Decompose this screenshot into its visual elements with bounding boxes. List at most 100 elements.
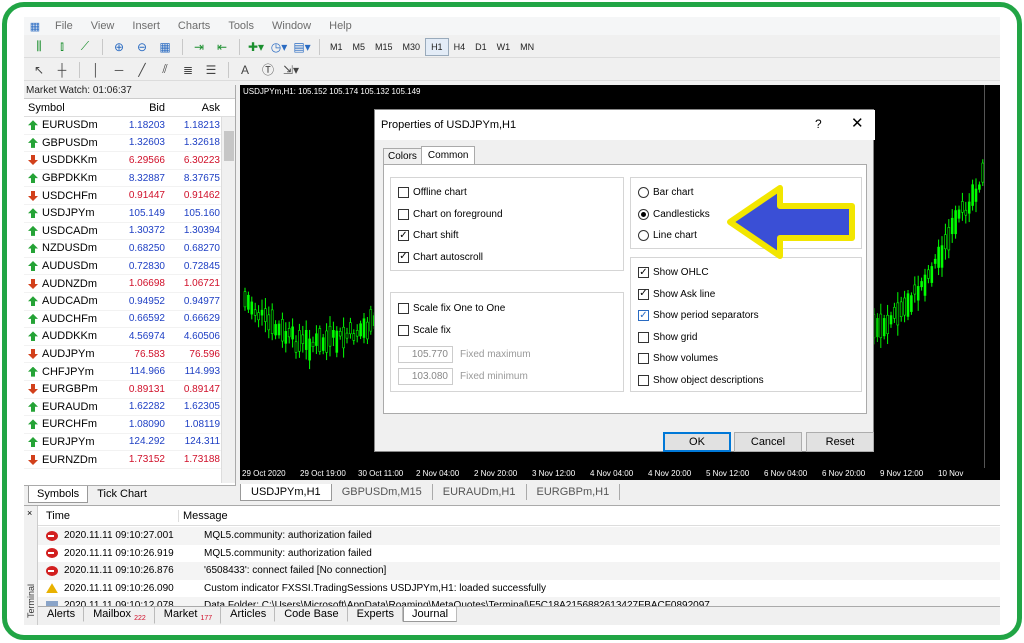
- tab-mailbox[interactable]: Mailbox 222: [84, 607, 155, 625]
- checkbox-show-period-separators[interactable]: ✓ Show period separators: [638, 310, 759, 321]
- market-watch-row[interactable]: CHFJPYm 114.966 114.993: [24, 363, 235, 381]
- zoom-in-icon[interactable]: ⊕: [108, 37, 130, 57]
- market-watch-row[interactable]: EURUSDm 1.18203 1.18213: [24, 117, 235, 135]
- timeframe-w1[interactable]: W1: [492, 38, 516, 56]
- close-icon[interactable]: ✕: [851, 114, 864, 132]
- price-scale[interactable]: [984, 85, 1000, 480]
- symbol-column-header[interactable]: Symbol: [24, 102, 110, 114]
- checkbox[interactable]: ✓: [638, 288, 649, 300]
- horizontal-line-icon[interactable]: ─: [108, 60, 130, 80]
- ok-button[interactable]: OK: [663, 432, 731, 452]
- zoom-out-icon[interactable]: ⊖: [131, 37, 153, 57]
- checkbox[interactable]: [638, 331, 649, 343]
- market-watch-row[interactable]: GBPUSDm 1.32603 1.32618: [24, 135, 235, 153]
- indicators-icon[interactable]: ✚▾: [245, 37, 267, 57]
- fibonacci-icon[interactable]: ≣: [177, 60, 199, 80]
- menu-file[interactable]: File: [46, 20, 82, 32]
- crosshair-icon[interactable]: ┼: [51, 60, 73, 80]
- templates-icon[interactable]: ▤▾: [291, 37, 313, 57]
- tab-symbols[interactable]: Symbols: [28, 486, 89, 503]
- checkbox[interactable]: ✓: [398, 251, 409, 263]
- market-watch-row[interactable]: AUDJPYm 76.583 76.596: [24, 346, 235, 364]
- message-column-header[interactable]: Message: [178, 509, 228, 522]
- checkbox-show-ask-line[interactable]: ✓ Show Ask line: [638, 288, 715, 300]
- market-watch-row[interactable]: AUDNZDm 1.06698 1.06721: [24, 275, 235, 293]
- terminal-close-icon[interactable]: ×: [27, 508, 32, 518]
- journal-row[interactable]: 2020.11.11 09:10:26.919 MQL5.community: a…: [38, 545, 1000, 563]
- tab-chart-usdjpy[interactable]: USDJPYm,H1: [240, 484, 332, 501]
- journal-row[interactable]: 2020.11.11 09:10:26.090 Custom indicator …: [38, 580, 1000, 598]
- tab-alerts[interactable]: Alerts: [38, 607, 85, 622]
- radio-button[interactable]: [638, 230, 649, 241]
- market-watch-row[interactable]: USDCADm 1.30372 1.30394: [24, 223, 235, 241]
- checkbox-show-ohlc[interactable]: ✓ Show OHLC: [638, 267, 709, 278]
- market-watch-row[interactable]: EURCHFm 1.08090 1.08119: [24, 416, 235, 434]
- candlestick-chart-icon[interactable]: ⫾: [51, 37, 73, 57]
- checkbox[interactable]: ✓: [638, 310, 649, 321]
- tab-common[interactable]: Common: [420, 146, 476, 164]
- bid-column-header[interactable]: Bid: [110, 102, 165, 114]
- checkbox[interactable]: ✓: [398, 230, 409, 241]
- menu-help[interactable]: Help: [320, 20, 361, 32]
- radio-line-chart[interactable]: Line chart: [638, 230, 697, 241]
- time-column-header[interactable]: Time: [38, 510, 178, 522]
- cursor-icon[interactable]: ↖: [28, 60, 50, 80]
- chart-shift-icon[interactable]: ⇤: [211, 37, 233, 57]
- tab-experts[interactable]: Experts: [348, 607, 403, 622]
- menu-tools[interactable]: Tools: [219, 20, 263, 32]
- reset-button[interactable]: Reset: [806, 432, 874, 452]
- timeframe-h1[interactable]: H1: [425, 37, 449, 56]
- market-watch-row[interactable]: EURJPYm 124.292 124.311: [24, 434, 235, 452]
- tab-journal[interactable]: Journal: [402, 607, 458, 622]
- market-watch-row[interactable]: AUDCHFm 0.66592 0.66629: [24, 311, 235, 329]
- text-tool-icon[interactable]: A: [234, 60, 256, 80]
- checkbox[interactable]: [398, 187, 409, 198]
- market-watch-row[interactable]: AUDUSDm 0.72830 0.72845: [24, 258, 235, 276]
- market-watch-row[interactable]: EURAUDm 1.62282 1.62305: [24, 399, 235, 417]
- vertical-line-icon[interactable]: │: [85, 60, 107, 80]
- menu-insert[interactable]: Insert: [123, 20, 169, 32]
- timeframe-m30[interactable]: M30: [398, 38, 426, 56]
- menu-view[interactable]: View: [82, 20, 124, 32]
- checkbox-chart-autoscroll[interactable]: ✓ Chart autoscroll: [398, 251, 483, 263]
- checkbox[interactable]: ✓: [638, 267, 649, 278]
- journal-row[interactable]: 2020.11.11 09:10:27.001 MQL5.community: a…: [38, 527, 1000, 545]
- market-watch-row[interactable]: AUDCADm 0.94952 0.94977: [24, 293, 235, 311]
- checkbox-show-volumes[interactable]: Show volumes: [638, 353, 718, 364]
- market-watch-row[interactable]: USDDKKm 6.29566 6.30223: [24, 152, 235, 170]
- market-watch-row[interactable]: EURNZDm 1.73152 1.73188: [24, 451, 235, 469]
- tab-chart-gbpusd[interactable]: GBPUSDm,M15: [332, 484, 433, 500]
- ask-column-header[interactable]: Ask: [165, 102, 220, 114]
- tile-windows-icon[interactable]: ▦: [154, 37, 176, 57]
- tab-colors[interactable]: Colors: [383, 148, 422, 164]
- tab-articles[interactable]: Articles: [221, 607, 276, 622]
- checkbox-offline-chart[interactable]: Offline chart: [398, 187, 467, 198]
- market-watch-scrollbar[interactable]: [221, 117, 235, 483]
- tab-code-base[interactable]: Code Base: [275, 607, 348, 622]
- checkbox-chart-on-foreground[interactable]: Chart on foreground: [398, 208, 503, 220]
- tab-chart-euraud[interactable]: EURAUDm,H1: [433, 484, 527, 500]
- market-watch-row[interactable]: AUDDKKm 4.56974 4.60506: [24, 328, 235, 346]
- fixed-max-input[interactable]: 105.770: [398, 346, 453, 363]
- tab-chart-eurgbp[interactable]: EURGBPm,H1: [527, 484, 621, 500]
- radio-button[interactable]: [638, 208, 649, 220]
- fibo-fan-icon[interactable]: ☰: [200, 60, 222, 80]
- checkbox[interactable]: [638, 353, 649, 364]
- checkbox[interactable]: [398, 208, 409, 220]
- market-watch-row[interactable]: NZDUSDm 0.68250 0.68270: [24, 240, 235, 258]
- menu-charts[interactable]: Charts: [169, 20, 219, 32]
- help-icon[interactable]: ?: [815, 117, 822, 131]
- market-watch-row[interactable]: GBPDKKm 8.32887 8.37675: [24, 170, 235, 188]
- radio-candlesticks[interactable]: Candlesticks: [638, 208, 710, 220]
- market-watch-row[interactable]: EURGBPm 0.89131 0.89147: [24, 381, 235, 399]
- timeframe-mn[interactable]: MN: [515, 38, 539, 56]
- radio-button[interactable]: [638, 187, 649, 198]
- trendline-icon[interactable]: ╱: [131, 60, 153, 80]
- tab-tick-chart[interactable]: Tick Chart: [88, 486, 156, 503]
- checkbox-show-object-descriptions[interactable]: Show object descriptions: [638, 374, 764, 386]
- arrows-tool-icon[interactable]: ⇲▾: [280, 60, 302, 80]
- radio-bar-chart[interactable]: Bar chart: [638, 187, 694, 198]
- timeframe-m1[interactable]: M1: [325, 38, 348, 56]
- autoscroll-icon[interactable]: ⇥: [188, 37, 210, 57]
- checkbox-chart-shift[interactable]: ✓ Chart shift: [398, 230, 459, 241]
